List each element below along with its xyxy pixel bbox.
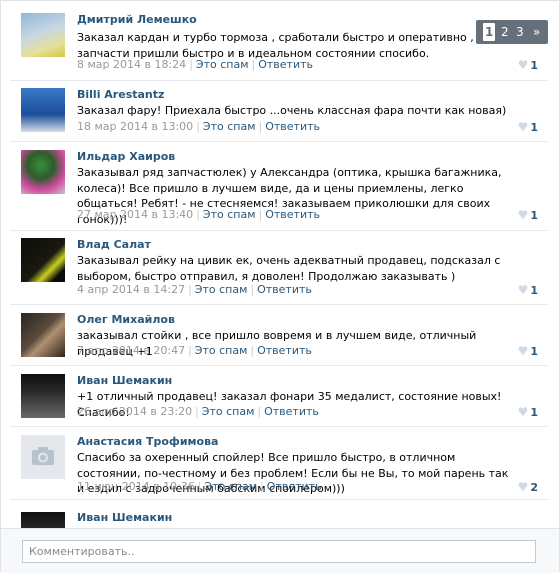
- comments-widget: Дмитрий Лемешко Заказал кардан и турбо т…: [0, 0, 560, 573]
- comment-text: Заказал фару! Приехала быстро ...очень к…: [77, 104, 507, 117]
- comment-meta: 8 мар 2014 в 18:24 | Это спам | Ответить: [77, 58, 313, 71]
- reply-link[interactable]: Ответить: [258, 58, 313, 71]
- comment-meta: 7 апр 2014 в 20:47 | Это спам | Ответить: [77, 344, 312, 357]
- next-page-link[interactable]: »: [533, 23, 540, 41]
- list-item: Ильдар Хаиров Заказывал ряд запчастюлек)…: [10, 141, 548, 231]
- heart-icon: ♥: [517, 208, 529, 222]
- list-item: Олег Михайлов заказывал стойки , все при…: [10, 304, 548, 366]
- avatar[interactable]: [21, 13, 65, 57]
- comment-date[interactable]: 7 апр 2014 в 20:47: [77, 344, 185, 357]
- like-count: 2: [530, 481, 538, 494]
- avatar[interactable]: [21, 435, 65, 479]
- comment-meta: 11 июн 2014 в 10:36 | Это спам | Ответить: [77, 480, 322, 493]
- heart-icon: ♥: [517, 120, 529, 134]
- comment-date[interactable]: 8 мар 2014 в 18:24: [77, 58, 186, 71]
- comment-author[interactable]: Иван Шемакин: [77, 511, 172, 525]
- heart-icon: ♥: [517, 405, 529, 419]
- comment-author[interactable]: Ильдар Хаиров: [77, 150, 175, 164]
- like-count: 1: [530, 406, 538, 419]
- comment-author[interactable]: Иван Шемакин: [77, 374, 172, 388]
- like-count: 1: [530, 284, 538, 297]
- spam-link[interactable]: Это спам: [204, 480, 257, 493]
- reply-link[interactable]: Ответить: [267, 480, 322, 493]
- list-item: Анастасия Трофимова Спасибо за охеренный…: [10, 426, 548, 500]
- like-count: 1: [530, 345, 538, 358]
- comment-author[interactable]: Олег Михайлов: [77, 313, 175, 327]
- comment-meta: 18 мар 2014 в 13:00 | Это спам | Ответить: [77, 120, 320, 133]
- avatar[interactable]: [21, 150, 65, 194]
- heart-icon: ♥: [517, 58, 529, 72]
- comment-date[interactable]: 18 мар 2014 в 13:00: [77, 120, 193, 133]
- page-1-link[interactable]: 1: [483, 23, 496, 41]
- comments-feed: Дмитрий Лемешко Заказал кардан и турбо т…: [1, 1, 559, 528]
- comment-text: Заказал кардан и турбо тормоза , сработа…: [77, 31, 474, 60]
- list-item: Иван Шемакин +1 отличный продавец! заказ…: [10, 365, 548, 427]
- reply-link[interactable]: Ответить: [264, 405, 319, 418]
- like-button[interactable]: ♥ 1: [518, 283, 538, 298]
- comment-author[interactable]: Анастасия Трофимова: [77, 435, 218, 449]
- avatar[interactable]: [21, 374, 65, 418]
- comment-composer: [1, 528, 559, 573]
- page-2-link[interactable]: 2: [501, 23, 509, 41]
- heart-icon: ♥: [517, 283, 529, 297]
- comment-text: Заказывал рейку на цивик ек, очень адекв…: [77, 254, 501, 283]
- like-count: 1: [530, 59, 538, 72]
- comment-meta: 4 апр 2014 в 14:27 | Это спам | Ответить: [77, 283, 312, 296]
- comment-author[interactable]: Billi Arestantz: [77, 88, 164, 102]
- spam-link[interactable]: Это спам: [196, 58, 249, 71]
- comment-author[interactable]: Влад Салат: [77, 238, 151, 252]
- comment-meta: 27 мар 2014 в 13:40 | Это спам | Ответить: [77, 208, 320, 221]
- comment-author[interactable]: Дмитрий Лемешко: [77, 13, 197, 27]
- like-button[interactable]: ♥ 1: [518, 344, 538, 359]
- comment-date[interactable]: 4 апр 2014 в 14:27: [77, 283, 185, 296]
- page-3-link[interactable]: 3: [516, 23, 524, 41]
- comment-date[interactable]: 11 июн 2014 в 10:36: [77, 480, 195, 493]
- spam-link[interactable]: Это спам: [203, 208, 256, 221]
- like-count: 1: [530, 121, 538, 134]
- avatar[interactable]: [21, 313, 65, 357]
- avatar[interactable]: [21, 512, 65, 528]
- list-item: Billi Arestantz Заказал фару! Приехала б…: [10, 80, 548, 142]
- like-button[interactable]: ♥ 1: [518, 405, 538, 420]
- reply-link[interactable]: Ответить: [265, 120, 320, 133]
- spam-link[interactable]: Это спам: [202, 405, 255, 418]
- spam-link[interactable]: Это спам: [195, 344, 248, 357]
- avatar[interactable]: [21, 238, 65, 282]
- like-button[interactable]: ♥ 2: [518, 480, 538, 495]
- heart-icon: ♥: [517, 480, 529, 494]
- list-item: Дмитрий Лемешко Заказал кардан и турбо т…: [10, 1, 548, 81]
- comment-input[interactable]: [22, 540, 536, 563]
- like-button[interactable]: ♥ 1: [518, 120, 538, 135]
- avatar[interactable]: [21, 88, 65, 132]
- comment-date[interactable]: 26 апр 2014 в 23:20: [77, 405, 192, 418]
- comment-date[interactable]: 27 мар 2014 в 13:40: [77, 208, 193, 221]
- camera-placeholder-icon: [32, 447, 54, 465]
- like-button[interactable]: ♥ 1: [518, 58, 538, 73]
- like-button[interactable]: ♥ 1: [518, 208, 538, 223]
- like-count: 1: [530, 209, 538, 222]
- heart-icon: ♥: [517, 344, 529, 358]
- reply-link[interactable]: Ответить: [265, 208, 320, 221]
- list-item: Иван Шемакин: [10, 499, 548, 528]
- reply-link[interactable]: Ответить: [257, 283, 312, 296]
- spam-link[interactable]: Это спам: [203, 120, 256, 133]
- comment-meta: 26 апр 2014 в 23:20 | Это спам | Ответить: [77, 405, 319, 418]
- pagination: 1 2 3 »: [476, 20, 548, 44]
- reply-link[interactable]: Ответить: [257, 344, 312, 357]
- spam-link[interactable]: Это спам: [195, 283, 248, 296]
- list-item: Влад Салат Заказывал рейку на цивик ек, …: [10, 230, 548, 305]
